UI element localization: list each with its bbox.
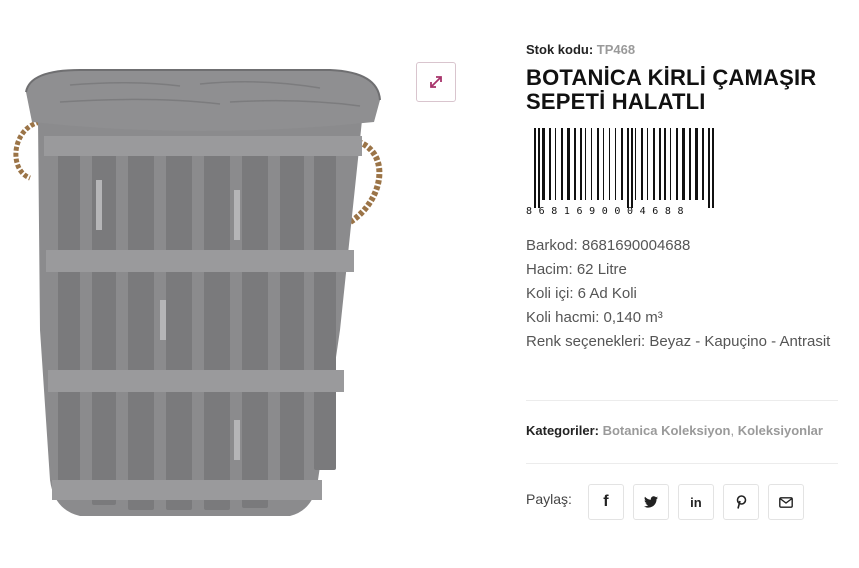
sku-value: TP468 bbox=[596, 42, 636, 57]
twitter-icon bbox=[643, 496, 658, 508]
barcode-bar bbox=[641, 128, 643, 200]
barcode-bar bbox=[561, 128, 563, 200]
barcode-bar bbox=[682, 128, 685, 200]
barcode-bar bbox=[555, 128, 556, 200]
barcode-bar bbox=[591, 128, 592, 200]
category-link-botanica[interactable]: Botanica Koleksiyon bbox=[603, 423, 731, 438]
barcode-digits: 8681690004688 bbox=[526, 206, 691, 217]
share-email-button[interactable] bbox=[767, 484, 804, 520]
barcode-bar bbox=[676, 128, 678, 200]
product-summary: Stok kodu: TP468 BOTANİCA KİRLİ ÇAMAŞIR … bbox=[526, 40, 838, 354]
barcode-bar bbox=[580, 128, 582, 200]
barcode-bar bbox=[627, 128, 629, 208]
spec-box-qty: Koli içi: 6 Ad Koli bbox=[526, 285, 637, 302]
product-title: BOTANİCA KİRLİ ÇAMAŞIR SEPETİ HALATLI bbox=[526, 65, 817, 114]
divider bbox=[526, 400, 838, 401]
barcode-bar bbox=[597, 128, 599, 200]
zoom-button[interactable] bbox=[416, 62, 456, 102]
share-facebook-button[interactable]: f bbox=[587, 484, 624, 520]
barcode-bar bbox=[689, 128, 691, 200]
barcode-bar bbox=[631, 128, 633, 208]
barcode-bar bbox=[635, 128, 636, 200]
categories-label: Kategoriler: bbox=[526, 423, 599, 438]
spec-volume: Hacim: 62 Litre bbox=[526, 261, 627, 278]
barcode-bar bbox=[621, 128, 623, 200]
facebook-icon: f bbox=[603, 493, 609, 510]
laundry-basket-image bbox=[13, 69, 383, 516]
barcode-bars bbox=[534, 128, 714, 208]
barcode-bar bbox=[653, 128, 655, 200]
barcode-bar bbox=[542, 128, 545, 200]
barcode-bar bbox=[712, 128, 714, 208]
envelope-icon bbox=[779, 496, 793, 508]
share-pinterest-button[interactable] bbox=[722, 484, 759, 520]
barcode-bar bbox=[549, 128, 551, 200]
category-link-koleksiyonlar[interactable]: Koleksiyonlar bbox=[738, 423, 823, 438]
barcode-bar bbox=[695, 128, 698, 200]
spec-colors: Renk seçenekleri: Beyaz - Kapuçino - Ant… bbox=[526, 333, 831, 350]
share-bar: Paylaş: f in bbox=[526, 484, 813, 520]
barcode: 8681690004688 bbox=[526, 128, 726, 222]
divider bbox=[526, 463, 838, 464]
spec-barcode: Barkod: 8681690004688 bbox=[526, 237, 691, 254]
barcode-bar bbox=[567, 128, 570, 200]
pinterest-icon bbox=[736, 495, 747, 509]
category-separator: , bbox=[730, 423, 735, 438]
barcode-bar bbox=[670, 128, 671, 200]
barcode-bar bbox=[659, 128, 661, 200]
barcode-bar bbox=[534, 128, 536, 208]
barcode-bar bbox=[708, 128, 710, 208]
product-specs: Barkod: 8681690004688 Hacim: 62 Litre Ko… bbox=[526, 234, 838, 354]
barcode-bar bbox=[647, 128, 648, 200]
sku-line: Stok kodu: TP468 bbox=[526, 40, 838, 60]
barcode-bar bbox=[603, 128, 604, 200]
share-linkedin-button[interactable]: in bbox=[677, 484, 714, 520]
barcode-bar bbox=[664, 128, 666, 200]
expand-icon bbox=[430, 76, 442, 88]
barcode-bar bbox=[538, 128, 540, 208]
product-image-area bbox=[0, 40, 470, 568]
share-label: Paylaş: bbox=[526, 491, 572, 507]
sku-label: Stok kodu: bbox=[526, 42, 594, 57]
barcode-bar bbox=[574, 128, 576, 200]
barcode-bar bbox=[615, 128, 616, 200]
product-categories: Kategoriler: Botanica Koleksiyon, Koleks… bbox=[526, 422, 823, 440]
spec-box-volume: Koli hacmi: 0,140 m³ bbox=[526, 309, 663, 326]
barcode-bar bbox=[609, 128, 610, 200]
share-twitter-button[interactable] bbox=[632, 484, 669, 520]
barcode-bar bbox=[585, 128, 586, 200]
linkedin-icon: in bbox=[690, 494, 702, 510]
barcode-bar bbox=[702, 128, 704, 200]
